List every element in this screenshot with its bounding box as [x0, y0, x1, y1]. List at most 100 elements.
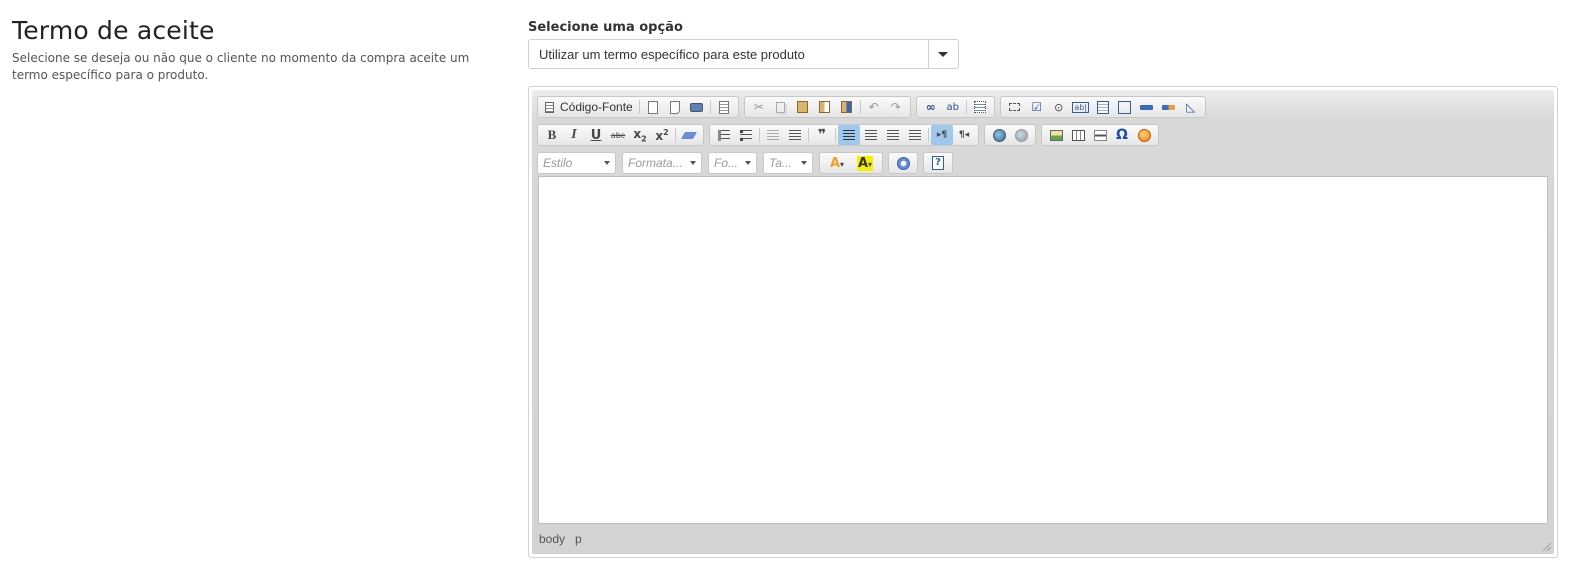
element-path: body p — [539, 532, 582, 546]
section-description: Selecione se deseja ou não que o cliente… — [12, 51, 470, 82]
resize-handle-icon[interactable] — [1541, 541, 1551, 551]
rtl-icon: ¶◂ — [958, 130, 970, 140]
path-item-p[interactable]: p — [575, 532, 582, 546]
print-icon — [690, 102, 704, 112]
italic-button[interactable]: I — [563, 125, 585, 145]
chevron-down-icon — [745, 161, 751, 165]
select-field-button[interactable] — [1114, 97, 1136, 117]
term-option-select[interactable]: Utilizar um termo específico para este p… — [528, 39, 959, 69]
bold-button[interactable]: B — [541, 125, 563, 145]
source-button[interactable]: Código-Fonte — [541, 97, 637, 117]
new-page-icon — [647, 100, 658, 114]
hidden-field-button[interactable]: ◺ — [1180, 97, 1202, 117]
toolbar-group-clipboard: ✂ ↶ ↷ — [743, 96, 911, 118]
toolbar-group-colors: A▾ A▾ — [819, 152, 883, 174]
text-color-button[interactable]: A▾ — [823, 153, 851, 173]
link-icon — [992, 128, 1006, 142]
chevron-down-icon — [604, 161, 610, 165]
size-combo[interactable]: Ta... — [763, 152, 813, 174]
button-field-icon — [1140, 104, 1154, 110]
print-button[interactable] — [686, 97, 708, 117]
paste-text-button[interactable] — [814, 97, 836, 117]
chevron-down-icon — [801, 161, 807, 165]
copy-button[interactable] — [770, 97, 792, 117]
numbered-list-button[interactable] — [713, 125, 735, 145]
outdent-icon — [767, 130, 779, 140]
preview-button[interactable] — [664, 97, 686, 117]
toolbar-row-3: Estilo Formata... Fo... Ta... A▾ A▾ ? — [537, 152, 958, 174]
align-right-button[interactable] — [882, 125, 904, 145]
justify-button[interactable] — [904, 125, 926, 145]
image-button[interactable] — [1045, 125, 1067, 145]
table-button[interactable] — [1067, 125, 1089, 145]
rtl-button[interactable]: ¶◂ — [953, 125, 975, 145]
replace-icon: ab — [946, 101, 959, 113]
redo-button[interactable]: ↷ — [885, 97, 907, 117]
find-button[interactable]: ∞ — [920, 97, 942, 117]
checkbox-button[interactable]: ☑ — [1026, 97, 1048, 117]
rich-text-editor: Código-Fonte ✂ ↶ ↷ ∞ ab ☑ ⊙ ab| ◺ B I U … — [528, 86, 1558, 558]
new-page-button[interactable] — [642, 97, 664, 117]
section-header: Termo de aceite Selecione se deseja ou n… — [12, 14, 492, 84]
paste-button[interactable] — [792, 97, 814, 117]
select-all-button[interactable] — [969, 97, 991, 117]
help-button[interactable]: ? — [927, 153, 949, 173]
toolbar-group-paragraph: ❞ ▸¶ ¶◂ — [709, 124, 979, 146]
undo-button[interactable]: ↶ — [863, 97, 885, 117]
align-left-button[interactable] — [838, 125, 860, 145]
chevron-down-icon[interactable] — [928, 40, 958, 68]
bg-color-icon: A▾ — [856, 155, 874, 171]
blockquote-icon: ❞ — [817, 127, 827, 143]
unlink-button[interactable] — [1010, 125, 1032, 145]
underline-button[interactable]: U — [585, 125, 607, 145]
button-field-button[interactable] — [1136, 97, 1158, 117]
option-label: Selecione uma opção — [528, 20, 683, 35]
smiley-button[interactable] — [1133, 125, 1155, 145]
image-button-button[interactable] — [1158, 97, 1180, 117]
align-center-button[interactable] — [860, 125, 882, 145]
paste-word-button[interactable] — [836, 97, 858, 117]
textfield-button[interactable]: ab| — [1070, 97, 1092, 117]
style-combo[interactable]: Estilo — [537, 152, 616, 174]
size-combo-label: Ta... — [769, 156, 792, 170]
toolbar-group-basicstyles: B I U abc x2 x2 — [537, 124, 704, 146]
copy-icon — [776, 101, 786, 113]
font-combo[interactable]: Fo... — [708, 152, 757, 174]
textarea-button[interactable] — [1092, 97, 1114, 117]
blockquote-button[interactable]: ❞ — [811, 125, 833, 145]
remove-format-button[interactable] — [678, 125, 700, 145]
form-button[interactable] — [1004, 97, 1026, 117]
undo-icon: ↶ — [868, 100, 879, 114]
radio-button[interactable]: ⊙ — [1048, 97, 1070, 117]
superscript-icon: x2 — [655, 127, 669, 143]
outdent-button[interactable] — [762, 125, 784, 145]
maximize-button[interactable] — [892, 153, 914, 173]
format-combo[interactable]: Formata... — [622, 152, 702, 174]
unlink-icon — [1014, 128, 1028, 142]
bulleted-list-button[interactable] — [735, 125, 757, 145]
path-item-body[interactable]: body — [539, 532, 565, 546]
bold-icon: B — [547, 127, 557, 142]
editor-content-area[interactable] — [538, 176, 1548, 524]
templates-button[interactable] — [713, 97, 735, 117]
bg-color-button[interactable]: A▾ — [851, 153, 879, 173]
image-button-icon — [1162, 104, 1176, 110]
replace-button[interactable]: ab — [942, 97, 964, 117]
horizontal-rule-button[interactable] — [1089, 125, 1111, 145]
format-combo-label: Formata... — [628, 156, 683, 170]
superscript-button[interactable]: x2 — [651, 125, 673, 145]
align-right-icon — [887, 130, 899, 140]
cut-button[interactable]: ✂ — [748, 97, 770, 117]
subscript-button[interactable]: x2 — [629, 125, 651, 145]
indent-button[interactable] — [784, 125, 806, 145]
text-color-icon: A▾ — [829, 155, 845, 171]
numbered-list-icon — [718, 129, 730, 141]
source-label: Código-Fonte — [560, 100, 633, 114]
horizontal-rule-icon — [1093, 129, 1107, 141]
option-panel: Selecione uma opção Utilizar um termo es… — [528, 19, 1558, 558]
special-char-button[interactable]: Ω — [1111, 125, 1133, 145]
link-button[interactable] — [988, 125, 1010, 145]
strike-button[interactable]: abc — [607, 125, 629, 145]
ltr-button[interactable]: ▸¶ — [931, 125, 953, 145]
cut-icon: ✂ — [753, 100, 764, 114]
